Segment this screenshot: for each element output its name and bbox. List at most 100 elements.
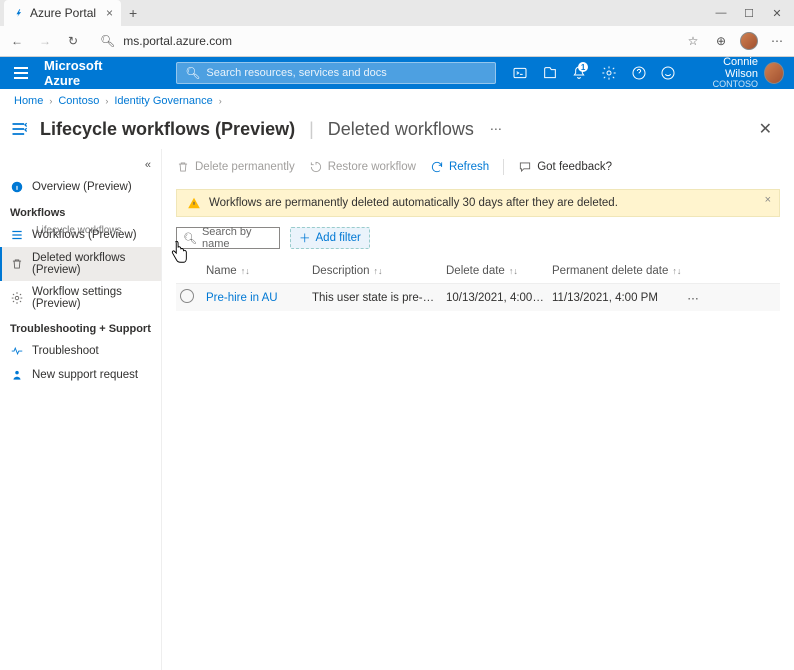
notifications-icon[interactable]: 1: [567, 60, 591, 86]
workflows-table: Name↑↓ Description↑↓ Delete date↑↓ Perma…: [176, 259, 780, 311]
reload-button[interactable]: ↻: [64, 32, 82, 50]
address-bar[interactable]: 🔍︎ ms.portal.azure.com: [92, 34, 674, 48]
browser-more-icon[interactable]: ⋯: [768, 32, 786, 50]
back-button[interactable]: ←: [8, 32, 26, 50]
favorite-icon[interactable]: ☆: [684, 32, 702, 50]
actions-column: [682, 265, 712, 277]
feedback-icon[interactable]: [656, 60, 680, 86]
global-search[interactable]: 🔍︎: [176, 62, 496, 84]
table-header-row: Name↑↓ Description↑↓ Delete date↑↓ Perma…: [176, 259, 780, 283]
button-label: Refresh: [449, 161, 489, 173]
window-close-icon[interactable]: ✕: [764, 2, 790, 24]
search-input[interactable]: 🔍︎ Search by name: [176, 227, 280, 249]
feedback-button[interactable]: Got feedback?: [518, 160, 612, 174]
breadcrumb: Home › Contoso › Identity Governance ›: [0, 89, 794, 113]
sidebar-item-label: Overview (Preview): [32, 181, 132, 193]
row-perm-delete-date: 11/13/2021, 4:00 PM: [552, 292, 682, 304]
sidebar-item-label: Workflow settings (Preview): [32, 286, 151, 310]
breadcrumb-contoso[interactable]: Contoso: [58, 95, 99, 107]
refresh-button[interactable]: Refresh: [430, 160, 489, 174]
search-icon: 🔍︎: [185, 66, 200, 80]
collections-icon[interactable]: ⊕: [712, 32, 730, 50]
sort-icon: ↑↓: [672, 266, 681, 276]
delete-permanently-button: Delete permanently: [176, 160, 295, 174]
browser-nav-row: ← → ↻ 🔍︎ ms.portal.azure.com ☆ ⊕ ⋯: [0, 26, 794, 56]
trash-icon: [10, 257, 24, 271]
row-name-link[interactable]: Pre-hire in AU: [206, 292, 312, 304]
menu-button[interactable]: [10, 63, 32, 83]
sidebar-item-label: Deleted workflows (Preview): [32, 252, 151, 276]
restore-workflow-button: Restore workflow: [309, 160, 416, 174]
command-bar: Delete permanently Restore workflow Refr…: [176, 155, 780, 179]
cloud-shell-icon[interactable]: [508, 60, 532, 86]
sidebar-section-support: Troubleshooting + Support: [0, 315, 161, 339]
url-text: ms.portal.azure.com: [123, 34, 232, 48]
page-subtitle: Deleted workflows: [328, 119, 474, 140]
support-icon: [10, 368, 24, 382]
window-maximize-icon[interactable]: ☐: [736, 2, 762, 24]
user-tenant: CONTOSO: [694, 80, 758, 90]
sidebar-item-label: New support request: [32, 369, 138, 381]
sort-icon: ↑↓: [509, 266, 518, 276]
help-icon[interactable]: [627, 60, 651, 86]
azure-logo-icon: [14, 8, 24, 18]
browser-tab[interactable]: Azure Portal ×: [4, 0, 121, 26]
breadcrumb-home[interactable]: Home: [14, 95, 43, 107]
sidebar-item-workflow-settings[interactable]: Workflow settings (Preview): [0, 281, 161, 315]
column-header-delete-date[interactable]: Delete date↑↓: [446, 265, 552, 277]
button-label: Delete permanently: [195, 161, 295, 173]
sidebar-item-troubleshoot[interactable]: Troubleshoot: [0, 339, 161, 363]
directories-icon[interactable]: [538, 60, 562, 86]
row-more-icon[interactable]: ⋯: [682, 291, 712, 305]
new-tab-button[interactable]: +: [121, 5, 145, 21]
list-icon: [10, 228, 24, 242]
chevron-right-icon: ›: [105, 96, 108, 106]
azure-top-bar: Microsoft Azure 🔍︎ 1 Connie Wilson CONTO…: [0, 57, 794, 89]
settings-icon[interactable]: [597, 60, 621, 86]
sidebar-collapse-icon[interactable]: «: [135, 155, 161, 175]
filter-row: 🔍︎ Search by name ＋ Add filter: [176, 227, 780, 249]
page-title: Lifecycle workflows (Preview): [40, 119, 295, 140]
row-delete-date: 10/13/2021, 4:00 PM: [446, 292, 552, 304]
sidebar-item-deleted-workflows[interactable]: Deleted workflows (Preview): [0, 247, 161, 281]
button-label: Add filter: [316, 232, 361, 244]
window-minimize-icon[interactable]: —: [708, 2, 734, 24]
user-menu[interactable]: Connie Wilson CONTOSO: [686, 56, 784, 90]
page-more-icon[interactable]: ⋯: [484, 122, 508, 136]
gear-icon: [10, 291, 24, 305]
restore-icon: [309, 160, 323, 174]
table-row[interactable]: Pre-hire in AU This user state is pre-hi…: [176, 283, 780, 311]
blade-close-icon[interactable]: ✕: [751, 115, 780, 143]
sidebar-item-label: Troubleshoot: [32, 345, 99, 357]
row-checkbox[interactable]: [180, 289, 194, 303]
global-search-input[interactable]: [206, 67, 487, 79]
toolbar-separator: [503, 159, 504, 175]
feedback-icon: [518, 160, 532, 174]
search-icon: 🔍︎: [100, 34, 115, 48]
sort-icon: ↑↓: [374, 266, 383, 276]
add-filter-button[interactable]: ＋ Add filter: [290, 227, 370, 249]
sidebar-item-overview[interactable]: Overview (Preview): [0, 175, 161, 199]
banner-close-icon[interactable]: ×: [765, 194, 771, 206]
page-subtext: Lifecycle workflows: [36, 225, 122, 236]
sidebar-section-workflows: Workflows: [0, 199, 161, 223]
search-placeholder: Search by name: [202, 226, 273, 250]
tab-strip: Azure Portal × + — ☐ ✕: [0, 0, 794, 26]
column-header-description[interactable]: Description↑↓: [312, 265, 446, 277]
forward-button: →: [36, 32, 54, 50]
column-header-perm-delete[interactable]: Permanent delete date↑↓: [552, 265, 682, 277]
chevron-right-icon: ›: [49, 96, 52, 106]
title-divider: |: [309, 119, 314, 140]
content-pane: Delete permanently Restore workflow Refr…: [162, 149, 794, 670]
brand-title[interactable]: Microsoft Azure: [44, 58, 134, 88]
tab-close-icon[interactable]: ×: [106, 6, 113, 20]
column-header-name[interactable]: Name↑↓: [206, 265, 312, 277]
workflows-icon: [10, 119, 30, 139]
checkbox-column: [180, 265, 206, 277]
search-icon: 🔍︎: [183, 232, 197, 245]
sidebar-item-support-request[interactable]: New support request: [0, 363, 161, 387]
profile-avatar-icon[interactable]: [740, 32, 758, 50]
warning-banner: Workflows are permanently deleted automa…: [176, 189, 780, 217]
breadcrumb-identity[interactable]: Identity Governance: [114, 95, 212, 107]
browser-right-icons: ☆ ⊕ ⋯: [684, 32, 786, 50]
